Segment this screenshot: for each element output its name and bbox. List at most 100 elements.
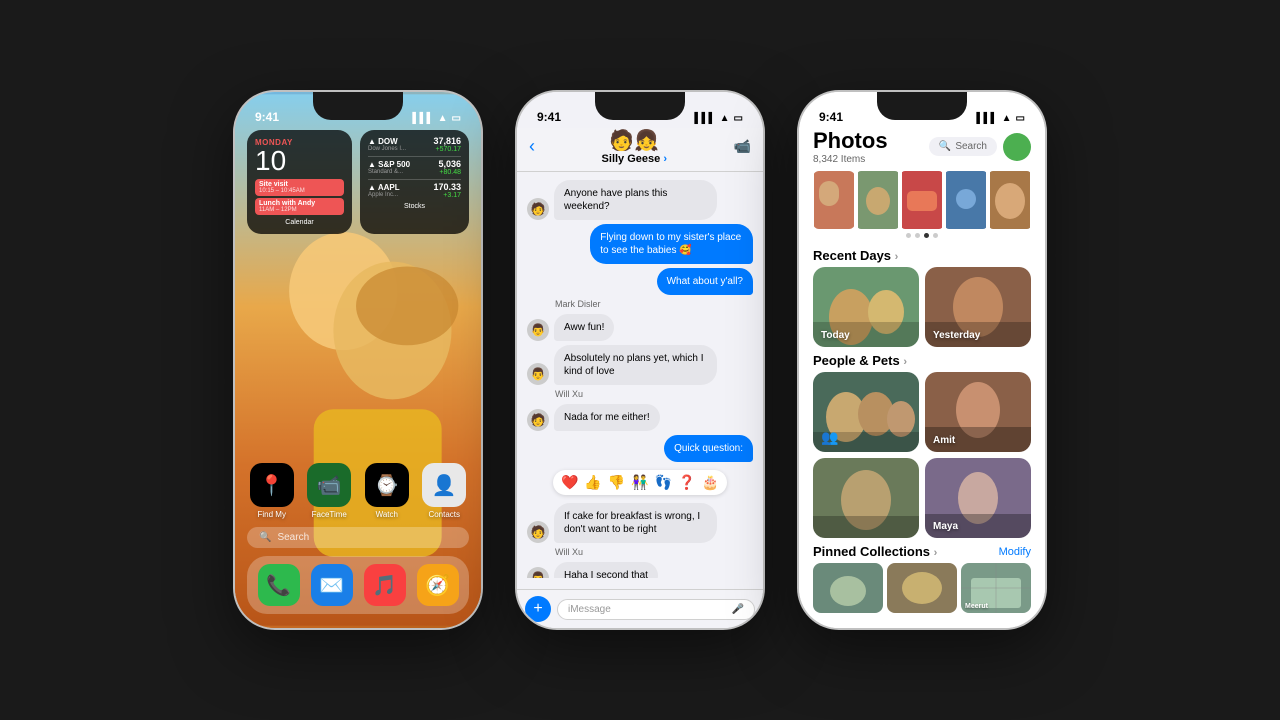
stock-3-change: +3.17 bbox=[433, 192, 461, 199]
divider bbox=[368, 179, 461, 180]
modify-button[interactable]: Modify bbox=[999, 546, 1031, 558]
photos-search-button[interactable]: 🔍 Search bbox=[929, 137, 997, 156]
yesterday-label: Yesterday bbox=[933, 330, 980, 341]
react-footprints[interactable]: 👣 bbox=[655, 474, 672, 491]
person-card-3[interactable] bbox=[813, 458, 919, 538]
photos-top-actions: 🔍 Search bbox=[929, 133, 1031, 161]
event-1-time: 10:15 – 10:45AM bbox=[259, 188, 340, 194]
group-name: Silly Geese › bbox=[602, 153, 667, 165]
react-people[interactable]: 👫 bbox=[631, 474, 648, 491]
maya-card[interactable]: Maya bbox=[925, 458, 1031, 538]
find-my-label: Find My bbox=[258, 510, 286, 519]
react-thumbsup[interactable]: 👍 bbox=[584, 474, 601, 491]
watch-app[interactable]: ⌚ Watch bbox=[362, 463, 412, 519]
message-13-text: Haha I second that bbox=[564, 570, 648, 578]
status-bar-3: 9:41 ▌▌▌ ▲ ▭ bbox=[799, 92, 1045, 128]
status-time-2: 9:41 bbox=[537, 110, 561, 124]
message-1: Anyone have plans this weekend? bbox=[554, 180, 717, 220]
people-pets-title-text: People & Pets bbox=[813, 353, 900, 368]
pinned-item-2[interactable] bbox=[887, 563, 957, 613]
avatar-1: 🧑 bbox=[609, 128, 634, 153]
status-bar-2: 9:41 ▌▌▌ ▲ ▭ bbox=[517, 92, 763, 128]
contacts-icon: 👤 bbox=[422, 463, 466, 507]
music-app[interactable]: 🎵 bbox=[361, 564, 408, 606]
sender-label-1: Mark Disler bbox=[555, 299, 753, 309]
message-row-1: 🧑 Anyone have plans this weekend? bbox=[527, 180, 753, 220]
dot-4 bbox=[933, 233, 938, 238]
pinned-item-1[interactable] bbox=[813, 563, 883, 613]
calendar-label: Calendar bbox=[255, 219, 344, 226]
today-label: Today bbox=[821, 330, 850, 341]
strip-photo-5[interactable] bbox=[989, 171, 1031, 229]
pinned-item-meerut[interactable]: Meerut bbox=[961, 563, 1031, 613]
stock-row-1: ▲ DOW Dow Jones I... 37,816 +570.17 bbox=[368, 136, 461, 153]
stocks-widget[interactable]: ▲ DOW Dow Jones I... 37,816 +570.17 ▲ S&… bbox=[360, 130, 469, 234]
react-heart[interactable]: ❤️ bbox=[561, 474, 578, 491]
strip-photo-2[interactable] bbox=[857, 171, 899, 229]
status-time-3: 9:41 bbox=[819, 110, 843, 124]
group-card[interactable]: 👥 bbox=[813, 372, 919, 452]
contacts-app[interactable]: 👤 Contacts bbox=[420, 463, 470, 519]
compass-app[interactable]: 🧭 bbox=[414, 564, 461, 606]
search-icon-photos: 🔍 bbox=[939, 141, 951, 152]
compass-icon: 🧭 bbox=[417, 564, 459, 606]
people-pets-grid: 👥 Amit bbox=[799, 372, 1045, 538]
video-call-button[interactable]: 📹 bbox=[734, 138, 751, 155]
signal-icon: ▌▌▌ bbox=[412, 113, 433, 124]
pinned-chevron: › bbox=[934, 547, 938, 559]
find-my-app[interactable]: 📍 Find My bbox=[247, 463, 297, 519]
edit-chevron: › bbox=[663, 153, 667, 165]
pinned-collections-header: Pinned Collections › Modify bbox=[799, 538, 1045, 563]
stock-3-sub: Apple Inc... bbox=[368, 192, 400, 198]
message-input-field[interactable]: iMessage 🎤 bbox=[557, 599, 755, 620]
amit-label: Amit bbox=[933, 435, 955, 446]
strip-photo-3[interactable] bbox=[901, 171, 943, 229]
phone-app[interactable]: 📞 bbox=[255, 564, 302, 606]
react-cake[interactable]: 🎂 bbox=[702, 474, 719, 491]
today-card[interactable]: Today bbox=[813, 267, 919, 347]
calendar-event-2: Lunch with Andy 11AM – 12PM bbox=[255, 198, 344, 215]
react-question[interactable]: ❓ bbox=[678, 474, 695, 491]
status-icons-2: ▌▌▌ ▲ ▭ bbox=[694, 113, 743, 124]
calendar-event-1: Site visit 10:15 – 10:45AM bbox=[255, 179, 344, 196]
add-button[interactable]: + bbox=[525, 596, 551, 622]
tapback-reactions[interactable]: ❤️ 👍 👎 👫 👣 ❓ 🎂 bbox=[553, 470, 727, 495]
message-9: Quick question: bbox=[664, 435, 753, 462]
imessage-input: + iMessage 🎤 bbox=[517, 589, 763, 628]
search-magnifier: 🔍 bbox=[259, 532, 271, 543]
stock-row-3: ▲ AAPL Apple Inc... 170.33 +3.17 bbox=[368, 182, 461, 199]
pinned-collections-title: Pinned Collections › bbox=[813, 544, 937, 559]
facetime-app[interactable]: 📹 FaceTime bbox=[305, 463, 355, 519]
message-6-text: Absolutely no plans yet, which I kind of… bbox=[564, 353, 704, 377]
mic-icon[interactable]: 🎤 bbox=[732, 604, 744, 615]
back-button[interactable]: ‹ bbox=[529, 136, 535, 157]
amit-card[interactable]: Amit bbox=[925, 372, 1031, 452]
sender-label-3: Will Xu bbox=[555, 547, 753, 557]
yesterday-card[interactable]: Yesterday bbox=[925, 267, 1031, 347]
contact-info: 🧑 👧 Silly Geese › bbox=[602, 128, 667, 165]
status-time: 9:41 bbox=[255, 110, 279, 124]
messages-list: 🧑 Anyone have plans this weekend? Flying… bbox=[517, 172, 763, 578]
react-thumbsdown[interactable]: 👎 bbox=[608, 474, 625, 491]
signal-icon-3: ▌▌▌ bbox=[976, 113, 997, 124]
phone-icon: 📞 bbox=[258, 564, 300, 606]
battery-icon: ▭ bbox=[452, 113, 461, 124]
user-avatar[interactable] bbox=[1003, 133, 1031, 161]
stock-1-change: +570.17 bbox=[433, 146, 461, 153]
search-label-photos: Search bbox=[955, 141, 987, 152]
wifi-icon: ▲ bbox=[438, 113, 448, 124]
people-pets-title: People & Pets › bbox=[813, 353, 907, 368]
msg-avatar-5: 👨 bbox=[527, 319, 549, 341]
search-bar[interactable]: 🔍 Search bbox=[247, 527, 469, 548]
strip-photo-4[interactable] bbox=[945, 171, 987, 229]
contacts-label: Contacts bbox=[428, 510, 460, 519]
wifi-icon-3: ▲ bbox=[1002, 113, 1012, 124]
mail-app[interactable]: ✉️ bbox=[308, 564, 355, 606]
message-row-6: 👨 Absolutely no plans yet, which I kind … bbox=[527, 345, 753, 385]
message-8: Nada for me either! bbox=[554, 404, 660, 431]
strip-photo-1[interactable] bbox=[813, 171, 855, 229]
calendar-widget[interactable]: MONDAY 10 Site visit 10:15 – 10:45AM Lun… bbox=[247, 130, 352, 234]
photos-strip bbox=[799, 171, 1045, 229]
messages-screen: 9:41 ▌▌▌ ▲ ▭ ‹ 🧑 👧 Silly Geese › 📹 bbox=[517, 92, 763, 628]
photos-count: 8,342 Items bbox=[813, 154, 888, 165]
